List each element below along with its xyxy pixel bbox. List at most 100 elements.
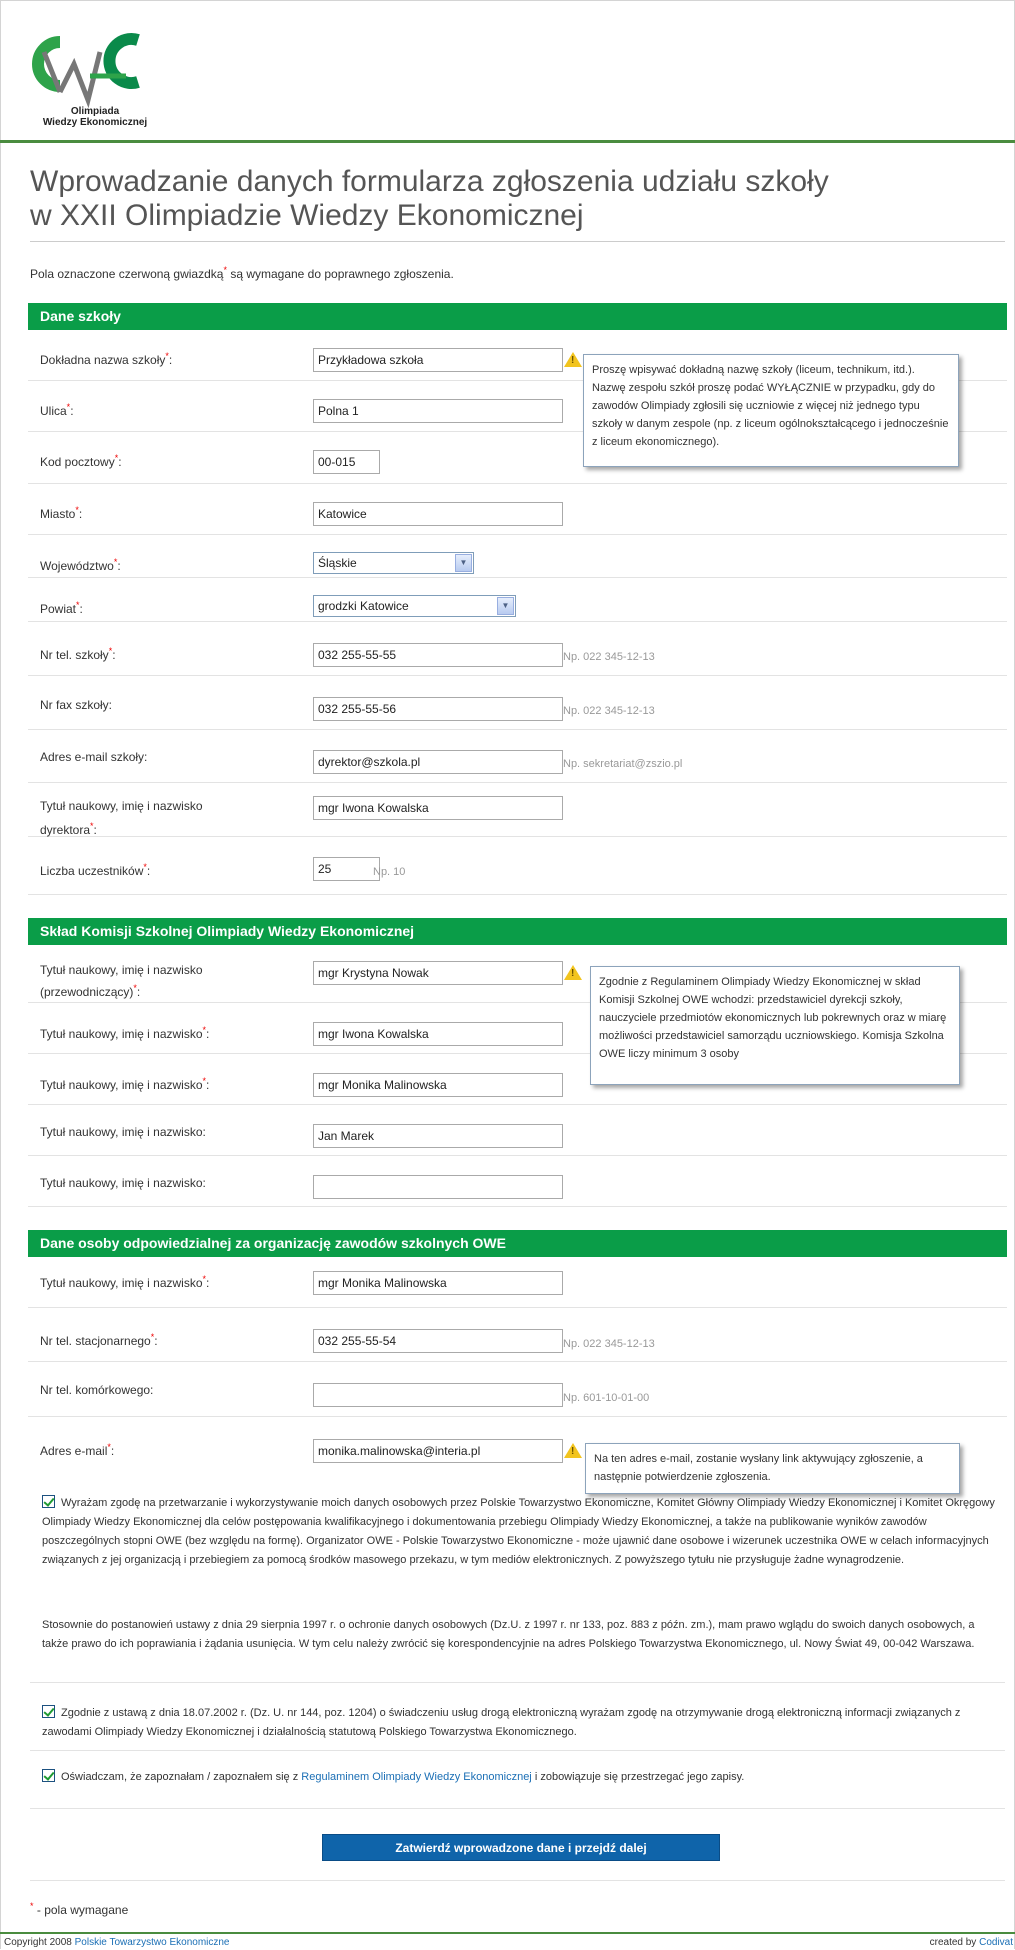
contact-mobile-input[interactable]: [313, 1383, 563, 1407]
committee-tooltip: Zgodnie z Regulaminem Olimpiady Wiedzy E…: [590, 966, 960, 1085]
school-email-input[interactable]: dyrektor@szkola.pl: [313, 750, 563, 774]
contact-phone-label: Nr tel. stacjonarnego*:: [40, 1332, 158, 1348]
school-email-hint: Np. sekretariat@zszio.pl: [563, 758, 683, 770]
footnote-text: - pola wymagane: [36, 1903, 129, 1917]
school-name-tooltip: Proszę wpisywać dokładną nazwę szkoły (l…: [583, 354, 959, 467]
logo-caption: Olimpiada Wiedzy Ekonomicznej: [30, 106, 160, 128]
section-contact-header: Dane osoby odpowiedzialnej za organizacj…: [28, 1230, 1007, 1257]
participants-input[interactable]: 25: [313, 857, 380, 881]
zip-input[interactable]: 00-015: [313, 450, 380, 474]
codivat-link[interactable]: Codivat: [979, 1937, 1013, 1948]
required-star: *: [202, 1274, 207, 1284]
footer-divider: [0, 1932, 1015, 1934]
warning-icon[interactable]: [564, 352, 582, 367]
county-select[interactable]: grodzki Katowice ▼: [313, 595, 516, 617]
school-phone-input[interactable]: 032 255-55-55: [313, 643, 563, 667]
consent-personal-data-checkbox[interactable]: [42, 1495, 55, 1508]
required-star: *: [108, 646, 113, 656]
director-input[interactable]: mgr Iwona Kowalska: [313, 796, 563, 820]
street-input[interactable]: Polna 1: [313, 399, 563, 423]
required-star: *: [66, 402, 71, 412]
required-star: *: [133, 983, 137, 993]
committee-member-2-input[interactable]: mgr Monika Malinowska: [313, 1073, 563, 1097]
separator: [30, 1880, 1005, 1881]
school-name-label: Dokładna nazwa szkoły*:: [40, 351, 173, 367]
consent-electronic: Zgodnie z ustawą z dnia 18.07.2002 r. (D…: [42, 1704, 1002, 1742]
province-select[interactable]: Śląskie ▼: [313, 552, 474, 574]
participants-label-text: Liczba uczestników: [40, 864, 144, 878]
zip-label-text: Kod pocztowy: [40, 455, 115, 469]
row-committee-member-4: Tytuł naukowy, imię i nazwisko:: [28, 1156, 1007, 1207]
contact-name-label-text: Tytuł naukowy, imię i nazwisko: [40, 1276, 203, 1290]
city-input[interactable]: Katowice: [313, 502, 563, 526]
row-contact-name: Tytuł naukowy, imię i nazwisko*: mgr Mon…: [28, 1257, 1007, 1308]
school-name-label-text: Dokładna nazwa szkoły: [40, 353, 166, 367]
director-label-line-1: Tytuł naukowy, imię i nazwisko: [40, 799, 203, 813]
logo-text-line-1: Olimpiada: [70, 106, 120, 117]
committee-chair-input[interactable]: mgr Krystyna Nowak: [313, 961, 563, 985]
required-star: *: [202, 1025, 207, 1035]
separator: [30, 1682, 1005, 1683]
committee-member-4-input[interactable]: [313, 1175, 563, 1199]
row-school-phone: Nr tel. szkoły*: 032 255-55-55 Np. 022 3…: [28, 622, 1007, 676]
credit-text: created by: [929, 1937, 977, 1948]
row-contact-phone: Nr tel. stacjonarnego*: 032 255-55-54 Np…: [28, 1308, 1007, 1362]
required-star: *: [76, 600, 80, 610]
consent-electronic-checkbox[interactable]: [42, 1705, 55, 1718]
warning-icon[interactable]: [564, 1443, 582, 1458]
school-phone-hint: Np. 022 345-12-13: [563, 651, 655, 663]
school-name-input[interactable]: Przykładowa szkoła: [313, 348, 563, 372]
required-star: *: [90, 821, 94, 831]
city-label: Miasto*:: [40, 505, 83, 521]
school-phone-label-text: Nr tel. szkoły: [40, 648, 109, 662]
pte-link[interactable]: Polskie Towarzystwo Ekonomiczne: [75, 1937, 230, 1948]
chevron-down-icon[interactable]: ▼: [455, 554, 472, 572]
committee-member-3-input[interactable]: Jan Marek: [313, 1124, 563, 1148]
title-divider: [30, 241, 1005, 242]
contact-name-label: Tytuł naukowy, imię i nazwisko*:: [40, 1274, 210, 1290]
school-phone-label: Nr tel. szkoły*:: [40, 646, 116, 662]
required-star: *: [223, 265, 227, 275]
required-star: *: [75, 505, 79, 515]
zip-label: Kod pocztowy*:: [40, 453, 122, 469]
street-label: Ulica*:: [40, 402, 74, 418]
header-divider: [0, 140, 1015, 143]
committee-chair-label: Tytuł naukowy, imię i nazwisko (przewodni…: [40, 963, 203, 999]
row-county: Powiat*: grodzki Katowice ▼: [28, 578, 1007, 622]
consent-regulations-checkbox[interactable]: [42, 1769, 55, 1782]
committee-member-1-input[interactable]: mgr Iwona Kowalska: [313, 1022, 563, 1046]
school-fax-label: Nr fax szkoły:: [40, 698, 113, 712]
section-school-header: Dane szkoły: [28, 303, 1007, 330]
school-email-label: Adres e-mail szkoły:: [40, 750, 148, 764]
section-committee-header: Skład Komisji Szkolnej Olimpiady Wiedzy …: [28, 918, 1007, 945]
contact-phone-input[interactable]: 032 255-55-54: [313, 1329, 563, 1353]
contact-mobile-label: Nr tel. komórkowego:: [40, 1383, 154, 1397]
required-star: *: [150, 1332, 155, 1342]
contact-email-label: Adres e-mail*:: [40, 1442, 115, 1458]
contact-phone-label-text: Nr tel. stacjonarnego: [40, 1334, 151, 1348]
chevron-down-icon[interactable]: ▼: [497, 597, 514, 615]
city-label-text: Miasto: [40, 507, 76, 521]
required-star: *: [107, 1442, 111, 1452]
county-label-text: Powiat: [40, 602, 77, 616]
submit-button[interactable]: Zatwierdź wprowadzone dane i przejdź dal…: [322, 1834, 720, 1861]
consent-personal-data: Wyrażam zgodę na przetwarzanie i wykorzy…: [42, 1494, 1002, 1570]
warning-icon[interactable]: [564, 965, 582, 980]
school-fax-input[interactable]: 032 255-55-56: [313, 697, 563, 721]
contact-email-input[interactable]: monika.malinowska@interia.pl: [313, 1439, 563, 1463]
row-committee-member-3: Tytuł naukowy, imię i nazwisko: Jan Mare…: [28, 1105, 1007, 1156]
consent-regulations-text-after: i zobowiązuje się przestrzegać jego zapi…: [534, 1771, 745, 1783]
required-star: *: [30, 1901, 34, 1911]
province-label: Województwo*:: [40, 557, 121, 573]
contact-email-tooltip: Na ten adres e-mail, zostanie wysłany li…: [585, 1443, 960, 1494]
page-title: Wprowadzanie danych formularza zgłoszeni…: [30, 165, 930, 233]
row-school-email: Adres e-mail szkoły: dyrektor@szkola.pl …: [28, 730, 1007, 783]
footer-copyright: Copyright 2008 Polskie Towarzystwo Ekono…: [4, 1937, 230, 1948]
consent-regulations-text-before: Oświadczam, że zapoznałam / zapoznałem s…: [61, 1771, 299, 1783]
contact-name-input[interactable]: mgr Monika Malinowska: [313, 1271, 563, 1295]
province-label-text: Województwo: [40, 559, 114, 573]
member-label-text: Tytuł naukowy, imię i nazwisko: [40, 1027, 203, 1041]
logo-text-line-2: Wiedzy Ekonomicznej: [42, 117, 148, 128]
required-star: *: [113, 557, 118, 567]
regulations-link[interactable]: Regulaminem Olimpiady Wiedzy Ekonomiczne…: [301, 1771, 531, 1783]
